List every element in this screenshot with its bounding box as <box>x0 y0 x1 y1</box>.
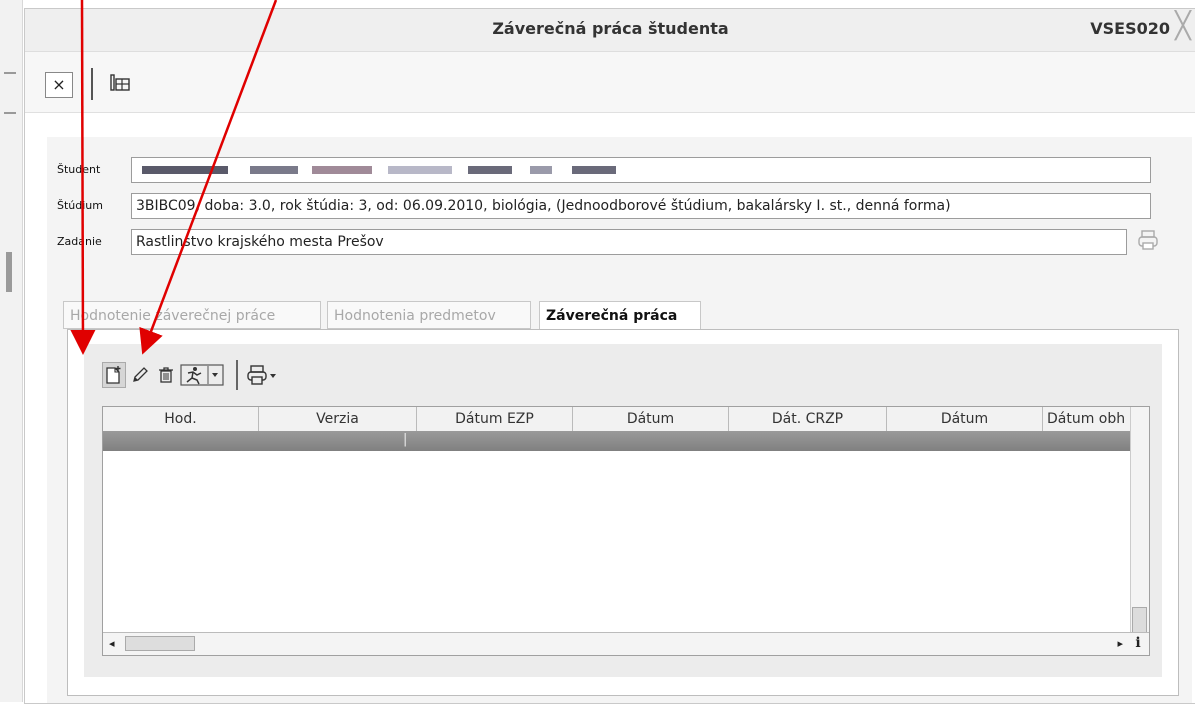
edit-button[interactable] <box>128 362 152 388</box>
background-mark <box>4 72 16 74</box>
tab-hodnotenie-zaverecnej-prace[interactable]: Hodnotenie záverečnej práce <box>63 301 321 329</box>
vertical-scrollbar[interactable] <box>1130 407 1149 635</box>
studium-row: Štúdium 3BIBC09, doba: 3.0, rok štúdia: … <box>47 193 1157 219</box>
window-code: VSES020 <box>1090 19 1170 38</box>
close-button[interactable]: × <box>45 72 73 98</box>
actions-dropdown-button[interactable] <box>180 362 224 388</box>
tab-hodnotenia-predmetov[interactable]: Hodnotenia predmetov <box>327 301 531 329</box>
info-icon[interactable]: i <box>1129 633 1147 653</box>
column-header-datum-ezp[interactable]: Dátum EZP <box>417 407 573 431</box>
print-dropdown-button[interactable] <box>246 362 280 388</box>
column-header-hod[interactable]: Hod. <box>103 407 259 431</box>
scroll-left-arrow-icon[interactable]: ◂ <box>109 637 115 650</box>
delete-button[interactable] <box>154 362 178 388</box>
scroll-right-arrow-icon[interactable]: ▸ <box>1117 637 1123 650</box>
runner-dropdown-icon <box>180 364 224 386</box>
main-toolbar: × <box>25 52 1195 113</box>
tab-zaverecna-praca[interactable]: Záverečná práca <box>539 301 701 331</box>
column-header-datum[interactable]: Dátum <box>573 407 729 431</box>
column-header-verzia[interactable]: Verzia <box>259 407 417 431</box>
new-record-icon <box>106 366 121 384</box>
pencil-icon <box>133 367 148 382</box>
student-field <box>131 157 1151 183</box>
window-title: Záverečná práca študenta <box>492 19 729 38</box>
title-bar: Záverečná práca študenta VSES020 ╳ <box>25 9 1195 52</box>
horizontal-scroll-thumb[interactable] <box>125 636 195 651</box>
toolbar-separator <box>91 68 93 100</box>
studium-field: 3BIBC09, doba: 3.0, rok štúdia: 3, od: 0… <box>131 193 1151 219</box>
redacted-text <box>142 166 228 174</box>
background-mark <box>4 112 16 114</box>
table-header: Hod. Verzia Dátum EZP Dátum Dát. CRZP Dá… <box>103 407 1131 432</box>
records-table: Hod. Verzia Dátum EZP Dátum Dát. CRZP Dá… <box>102 406 1150 656</box>
background-app-sliver <box>0 0 23 702</box>
student-label: Študent <box>57 163 101 176</box>
new-record-button[interactable] <box>102 362 126 388</box>
row-marker: | <box>403 432 408 447</box>
table-layout-icon[interactable] <box>109 72 131 94</box>
redacted-text <box>388 166 452 174</box>
zadanie-label: Zadanie <box>57 235 102 248</box>
vertical-scroll-thumb[interactable] <box>1132 607 1147 633</box>
zaverecna-praca-panel: Hod. Verzia Dátum EZP Dátum Dát. CRZP Dá… <box>67 329 1179 696</box>
dialog-window: Záverečná práca študenta VSES020 ╳ × Štu… <box>24 8 1195 704</box>
toolbar-separator <box>236 360 238 390</box>
table-row[interactable]: | <box>103 431 1131 451</box>
printer-dropdown-icon <box>247 365 276 385</box>
trash-icon <box>159 367 173 383</box>
dialog-content: Študent Štúdium 3BIBC09, doba: 3.0, rok … <box>25 113 1195 703</box>
redacted-text <box>572 166 616 174</box>
studium-label: Štúdium <box>57 199 103 212</box>
zadanie-row: Zadanie Rastlinstvo krajského mesta Preš… <box>47 229 1157 255</box>
form-panel: Študent Štúdium 3BIBC09, doba: 3.0, rok … <box>47 137 1192 703</box>
column-header-datum-2[interactable]: Dátum <box>887 407 1043 431</box>
redacted-text <box>250 166 298 174</box>
redacted-text <box>312 166 372 174</box>
redacted-text <box>468 166 512 174</box>
horizontal-scrollbar[interactable]: ◂ ▸ i <box>103 632 1149 655</box>
zadanie-field: Rastlinstvo krajského mesta Prešov <box>131 229 1127 255</box>
redacted-text <box>530 166 552 174</box>
student-row: Študent <box>47 157 1157 183</box>
print-zadanie-icon[interactable] <box>1137 229 1159 251</box>
records-area: Hod. Verzia Dátum EZP Dátum Dát. CRZP Dá… <box>84 344 1162 677</box>
column-header-dat-crzp[interactable]: Dát. CRZP <box>729 407 887 431</box>
column-header-datum-obh[interactable]: Dátum obh <box>1043 407 1131 431</box>
background-mark <box>6 252 12 292</box>
window-close-icon[interactable]: ╳ <box>1172 13 1194 39</box>
